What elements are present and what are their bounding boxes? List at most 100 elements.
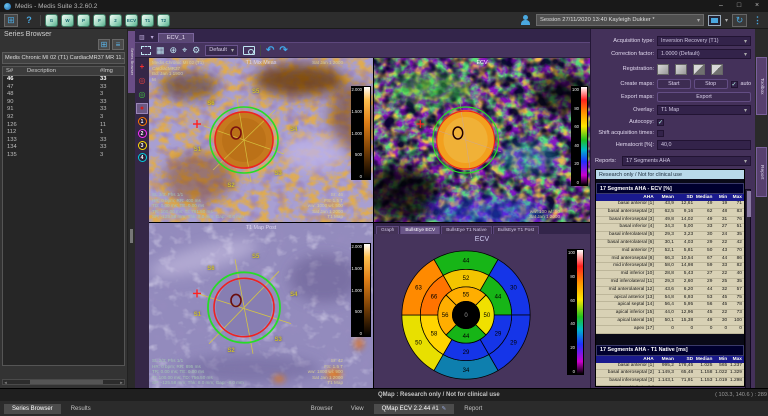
series-row[interactable]: 126 11 — [3, 122, 124, 130]
series-row[interactable]: 48 3 — [3, 91, 124, 99]
registration-option-2-icon[interactable] — [675, 64, 687, 75]
roi-4-tool-icon[interactable]: 4 — [138, 153, 147, 162]
colorbar-gradient — [364, 244, 370, 336]
grid-view-button[interactable]: ⊞ — [98, 39, 110, 50]
reports-table-area[interactable]: Research only / Not for clinical use 17 … — [595, 169, 745, 387]
tab-ecv-1[interactable]: ECV_1 — [158, 33, 194, 42]
list-view-button[interactable]: ≡ — [112, 39, 124, 50]
app-icon[interactable]: 2 — [109, 14, 122, 27]
tab-series-browser[interactable]: Series Browser — [4, 404, 61, 414]
overflow-menu-icon[interactable]: ⋮ — [751, 15, 764, 26]
series-row[interactable]: 134 33 — [3, 144, 124, 152]
series-row[interactable]: 92 3 — [3, 114, 124, 122]
start-button[interactable]: Start — [657, 79, 691, 89]
reports-select[interactable]: 17 Segments AHA▾ — [622, 156, 751, 166]
viewport-t1-post[interactable]: T1 Map Post SL 2/3; Phs 1/1HR: 0 bpm; RR… — [149, 223, 373, 388]
export-button[interactable]: Export — [657, 92, 751, 102]
layers-icon[interactable]: ▦ — [156, 44, 165, 56]
tab-qmap-ecv[interactable]: QMap ECV 2.2.44 #1✎ — [374, 404, 455, 414]
viewport-ecv-map[interactable]: ECV ww: 100 wl: 50Sat Jan 1 2000 1008060… — [374, 58, 590, 222]
monitor-layout-icon[interactable] — [708, 15, 721, 26]
series-row[interactable]: 112 1 — [3, 129, 124, 137]
registration-option-4-icon[interactable] — [711, 64, 723, 75]
app-icon[interactable]: F — [93, 14, 106, 27]
tab-view[interactable]: View — [343, 404, 372, 414]
vertical-scrollbar[interactable] — [745, 189, 751, 409]
scrollbar-thumb[interactable] — [30, 380, 103, 384]
tab-bullseye-ecv[interactable]: BullsEye ECV — [400, 226, 440, 234]
overlay-select[interactable]: T1 Map▾ — [657, 105, 751, 115]
series-row[interactable]: 47 33 — [3, 84, 124, 92]
app-icon[interactable]: ECV — [125, 14, 138, 27]
add-marker-tool-icon[interactable]: + — [136, 61, 148, 72]
scroll-left-arrow[interactable]: ◄ — [3, 380, 8, 385]
preset-select[interactable]: Default ▾ — [205, 45, 238, 56]
column-header[interactable]: Description — [27, 68, 100, 74]
splitter-grip[interactable] — [130, 229, 133, 243]
registration-option-3-icon[interactable] — [693, 64, 705, 75]
snapshot-camera-icon[interactable] — [243, 46, 255, 55]
tab-results[interactable]: Results — [63, 404, 99, 414]
correction-factor-select[interactable]: 1.0000 (Default)▾ — [657, 49, 751, 59]
roi-1-tool-icon[interactable]: 1 — [138, 117, 147, 126]
session-select[interactable]: Session 27/11/2020 13:40 Kayleigh Dukker… — [536, 14, 704, 26]
auto-checkbox[interactable]: ✓ — [731, 81, 738, 88]
toolbox-side-tab[interactable]: Toolbox — [756, 57, 767, 115]
stop-button[interactable]: Stop — [694, 79, 728, 89]
tab-bullseye-t1-post[interactable]: BullsEye T1 Post — [493, 226, 539, 234]
report-side-tab[interactable]: Report — [756, 147, 767, 197]
collapsed-series-browser-tab[interactable]: Series Browser — [128, 31, 135, 93]
series-row[interactable]: 90 33 — [3, 99, 124, 107]
ecv-table-header: AHA Mean SD Median Min Max — [596, 194, 744, 201]
chevron-down-icon[interactable]: ▾ — [149, 34, 156, 42]
shift-acquisition-checkbox[interactable] — [657, 130, 664, 137]
patient-study-tab[interactable]: Medis Chronic MI 02 (T1) CardiacMR37 MR … — [2, 52, 125, 64]
chevron-down-icon[interactable]: ▾ — [725, 17, 728, 24]
help-button[interactable]: ? — [22, 14, 36, 27]
series-row[interactable]: 133 33 — [3, 137, 124, 145]
acquisition-type-select[interactable]: Inversion Recovery (T1)▾ — [657, 36, 751, 46]
t1-native-table-body: basal anterior [1]995,2178,45 1.0255651.… — [596, 363, 744, 387]
column-header[interactable]: S# — [3, 68, 27, 74]
settings-gear-icon[interactable]: ⚙ — [192, 44, 200, 56]
reset-layout-button[interactable]: ↻ — [732, 14, 747, 27]
endo-contour-tool-icon[interactable]: ◎ — [136, 75, 148, 86]
autocopy-checkbox[interactable]: ✓ — [657, 119, 664, 126]
series-row[interactable]: 135 3 — [3, 152, 124, 160]
scrollbar-thumb[interactable] — [747, 191, 751, 217]
horizontal-scrollbar[interactable]: ◄ ► — [2, 379, 125, 385]
epi-contour-tool-icon[interactable]: ◎ — [136, 89, 148, 100]
undo-icon[interactable]: ↶ — [266, 45, 274, 56]
column-header[interactable]: #Img — [100, 68, 124, 74]
pan-icon[interactable]: ⌖ — [182, 44, 187, 56]
maximize-button[interactable]: □ — [732, 1, 746, 11]
tab-report[interactable]: Report — [456, 404, 490, 414]
minimize-button[interactable]: – — [714, 1, 728, 11]
app-icon[interactable]: T2 — [157, 14, 170, 27]
svg-text:30: 30 — [510, 286, 517, 292]
series-row[interactable]: 91 33 — [3, 106, 124, 114]
tab-browser[interactable]: Browser — [303, 404, 341, 414]
layout-grid-button[interactable]: ⊞ — [4, 14, 18, 27]
blood-pool-tool-icon[interactable]: ● — [136, 103, 148, 114]
app-icon[interactable]: P — [77, 14, 90, 27]
tab-list-icon[interactable]: ▥ — [137, 34, 147, 42]
tab-bullseye-t1-native[interactable]: BullsEye T1 Native — [441, 226, 491, 234]
roi-3-tool-icon[interactable]: 3 — [138, 141, 147, 150]
app-icon[interactable]: G — [45, 14, 58, 27]
select-box-icon[interactable] — [141, 46, 151, 55]
roi-2-tool-icon[interactable]: 2 — [138, 129, 147, 138]
viewport-t1-native[interactable]: T1 Mix Meas Medis Chronic MI 02 (T1)Card… — [149, 58, 373, 222]
close-button[interactable]: × — [750, 1, 764, 11]
zoom-icon[interactable]: ⊕ — [170, 44, 178, 56]
t1-native-table: 17 Segments AHA - T1 Native [ms] AHA Mea… — [596, 345, 744, 387]
app-icon[interactable]: T1 — [141, 14, 154, 27]
scroll-right-arrow[interactable]: ► — [119, 380, 124, 385]
tab-graph[interactable]: Graph — [376, 226, 399, 234]
redo-icon[interactable]: ↷ — [279, 45, 287, 56]
hematocrit-input[interactable]: 40,0 — [657, 140, 751, 150]
qmap-settings-panel: Acquisition type: Inversion Recovery (T1… — [590, 29, 755, 388]
registration-option-1-icon[interactable] — [657, 64, 669, 75]
series-row[interactable]: 46 33 — [3, 76, 124, 84]
app-icon[interactable]: W — [61, 14, 74, 27]
